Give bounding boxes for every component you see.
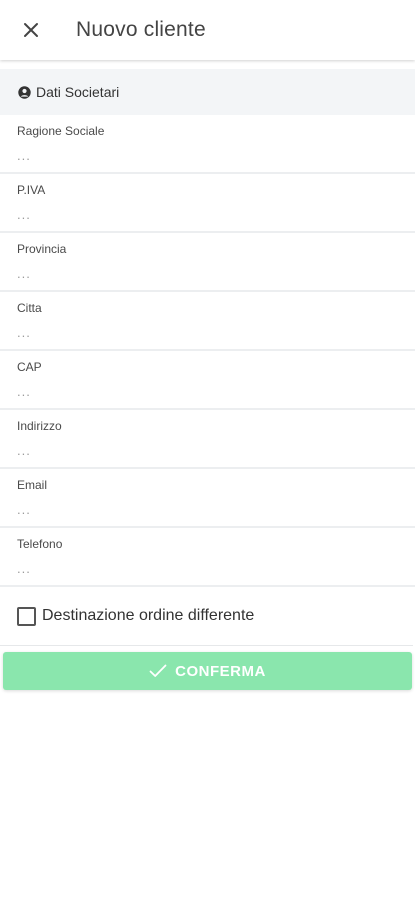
field-label: Provincia	[17, 242, 67, 256]
telefono-input[interactable]	[17, 556, 397, 580]
destinazione-checkbox[interactable]	[17, 606, 36, 626]
field-label: Citta	[17, 301, 42, 315]
field-provincia: Provincia	[0, 233, 415, 292]
field-label: Ragione Sociale	[17, 124, 105, 138]
cap-input[interactable]	[17, 379, 397, 403]
field-label: Email	[17, 478, 48, 492]
piva-input[interactable]	[17, 202, 397, 226]
field-piva: P.IVA	[0, 174, 415, 233]
indirizzo-input[interactable]	[17, 438, 397, 462]
email-input[interactable]	[17, 497, 397, 521]
field-label: Telefono	[17, 537, 63, 551]
destinazione-checkbox-row[interactable]: Destinazione ordine differente	[0, 587, 413, 646]
field-label: CAP	[17, 360, 42, 374]
section-header: Dati Societari	[0, 69, 415, 115]
close-icon	[24, 23, 38, 37]
field-label: Indirizzo	[17, 419, 62, 433]
user-icon	[18, 85, 31, 99]
field-label: P.IVA	[17, 183, 46, 197]
field-email: Email	[0, 469, 415, 528]
ragione-sociale-input[interactable]	[17, 143, 397, 167]
confirm-label: CONFERMA	[175, 662, 266, 680]
app-root: Nuovo cliente Dati Societari Ragione Soc…	[0, 0, 415, 900]
page-title: Nuovo cliente	[76, 18, 206, 41]
form: Ragione Sociale P.IVA Provincia Citta CA…	[0, 115, 415, 646]
checkbox-label: Destinazione ordine differente	[42, 607, 255, 624]
field-cap: CAP	[0, 351, 415, 410]
field-citta: Citta	[0, 292, 415, 351]
confirm-button[interactable]: CONFERMA	[3, 652, 412, 690]
check-icon	[149, 664, 167, 678]
field-telefono: Telefono	[0, 528, 415, 587]
field-indirizzo: Indirizzo	[0, 410, 415, 469]
close-button[interactable]	[0, 0, 62, 60]
top-bar: Nuovo cliente	[0, 0, 415, 60]
section-title: Dati Societari	[36, 84, 120, 100]
field-ragione-sociale: Ragione Sociale	[0, 115, 415, 174]
provincia-input[interactable]	[17, 261, 397, 285]
citta-input[interactable]	[17, 320, 397, 344]
